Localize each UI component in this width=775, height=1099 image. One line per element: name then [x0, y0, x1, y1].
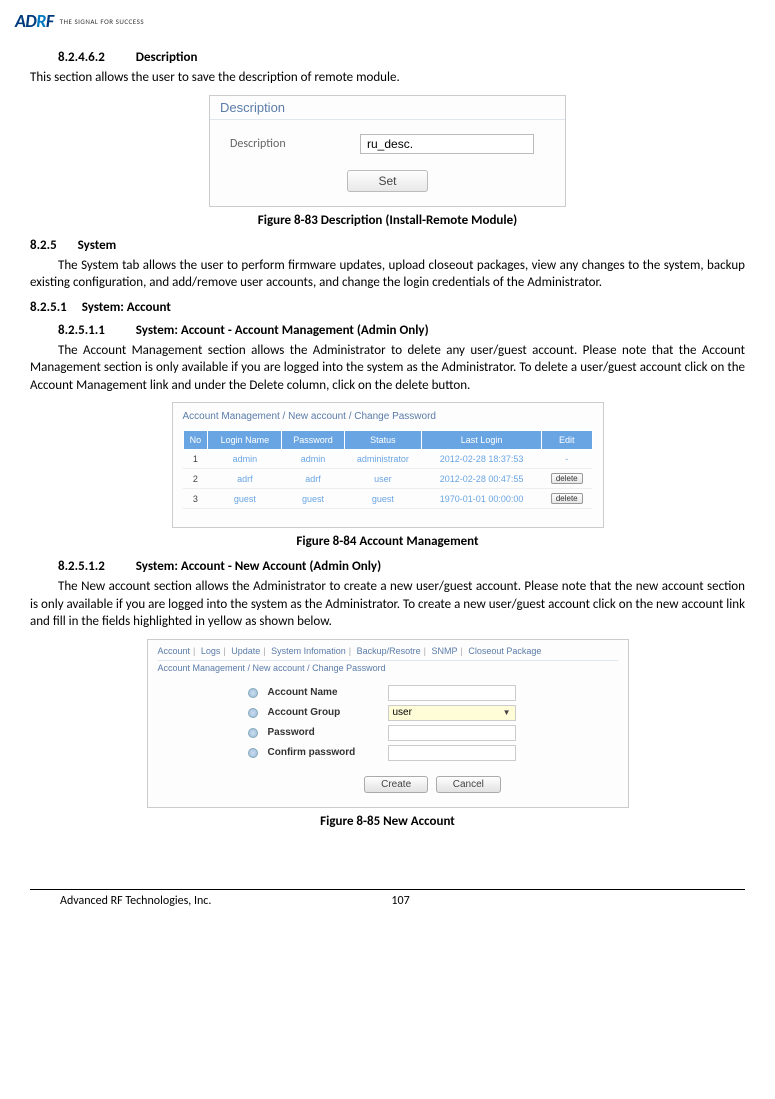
- col-status: Status: [344, 431, 422, 450]
- breadcrumb: Account Management / New account / Chang…: [158, 663, 618, 673]
- password-label: Password: [268, 727, 378, 738]
- figure-83-caption: Figure 8-83 Description (Install-Remote …: [30, 213, 745, 228]
- figure-84-caption: Figure 8-84 Account Management: [30, 534, 745, 549]
- table-row: 3 guest guest guest 1970-01-01 00:00:00 …: [183, 489, 592, 509]
- heading-number: 8.2.5.1.1: [58, 323, 105, 338]
- password-input[interactable]: [388, 725, 516, 741]
- cell-edit: -: [541, 450, 592, 469]
- col-edit: Edit: [541, 431, 592, 450]
- cell-lastlogin: 1970-01-01 00:00:00: [422, 489, 542, 509]
- heading-number: 8.2.4.6.2: [58, 50, 105, 65]
- cell-edit: delete: [541, 469, 592, 489]
- confirm-password-input[interactable]: [388, 745, 516, 761]
- account-name-label: Account Name: [268, 687, 378, 698]
- cancel-button[interactable]: Cancel: [436, 776, 501, 793]
- cell-login: admin: [208, 450, 282, 469]
- cell-lastlogin: 2012-02-28 00:47:55: [422, 469, 542, 489]
- figure-84-panel: Account Management / New account / Chang…: [172, 402, 604, 528]
- heading-title: System: Account - Account Management (Ad…: [136, 323, 429, 338]
- brand-tagline: THE SIGNAL FOR SUCCESS: [60, 17, 144, 26]
- account-name-input[interactable]: [388, 685, 516, 701]
- account-group-label: Account Group: [268, 707, 378, 718]
- heading-number: 8.2.5: [30, 238, 57, 253]
- tab-sysinfo[interactable]: System Infomation: [271, 646, 346, 656]
- description-label: Description: [220, 137, 330, 151]
- heading-8-2-5-1-2: 8.2.5.1.2 System: Account - New Account …: [58, 559, 745, 574]
- account-group-select[interactable]: user ▼: [388, 705, 516, 721]
- heading-title: Description: [136, 50, 198, 65]
- figure-85-caption: Figure 8-85 New Account: [30, 814, 745, 829]
- select-value: user: [393, 707, 412, 718]
- page-footer: Advanced RF Technologies, Inc. 107: [30, 889, 745, 908]
- bullet-icon: [248, 708, 258, 718]
- set-button[interactable]: Set: [347, 170, 427, 192]
- breadcrumb: Account Management / New account / Chang…: [183, 411, 593, 422]
- footer-page-number: 107: [391, 894, 409, 908]
- tab-closeout[interactable]: Closeout Package: [468, 646, 541, 656]
- table-row: 1 admin admin administrator 2012-02-28 1…: [183, 450, 592, 469]
- brand-header: ADRF THE SIGNAL FOR SUCCESS: [15, 10, 745, 32]
- bullet-icon: [248, 728, 258, 738]
- cell-lastlogin: 2012-02-28 18:37:53: [422, 450, 542, 469]
- create-button[interactable]: Create: [364, 776, 428, 793]
- cell-status: guest: [344, 489, 422, 509]
- col-password: Password: [282, 431, 344, 450]
- heading-8-2-5: 8.2.5 System: [30, 238, 745, 253]
- account-table: No Login Name Password Status Last Login…: [183, 430, 593, 509]
- table-row: 2 adrf adrf user 2012-02-28 00:47:55 del…: [183, 469, 592, 489]
- cell-login: guest: [208, 489, 282, 509]
- col-no: No: [183, 431, 208, 450]
- paragraph-description: This section allows the user to save the…: [30, 69, 745, 87]
- delete-button[interactable]: delete: [551, 473, 583, 484]
- delete-button[interactable]: delete: [551, 493, 583, 504]
- cell-no: 3: [183, 489, 208, 509]
- brand-logo-text: ADRF: [15, 10, 54, 32]
- tab-logs[interactable]: Logs: [201, 646, 221, 656]
- confirm-password-label: Confirm password: [268, 747, 378, 758]
- chevron-down-icon: ▼: [503, 708, 511, 717]
- cell-no: 1: [183, 450, 208, 469]
- system-tabs: Account| Logs| Update| System Infomation…: [158, 646, 618, 661]
- heading-title: System: [78, 238, 117, 253]
- cell-password: guest: [282, 489, 344, 509]
- figure-83-panel: Description Description Set: [209, 95, 566, 207]
- cell-login: adrf: [208, 469, 282, 489]
- paragraph-account-mgmt: The Account Management section allows th…: [30, 342, 745, 395]
- bullet-icon: [248, 688, 258, 698]
- heading-number: 8.2.5.1: [30, 300, 67, 315]
- heading-title: System: Account - New Account (Admin Onl…: [136, 559, 381, 574]
- heading-title: System: Account: [82, 300, 171, 315]
- heading-8-2-5-1: 8.2.5.1 System: Account: [30, 300, 745, 315]
- cell-status: user: [344, 469, 422, 489]
- cell-edit: delete: [541, 489, 592, 509]
- paragraph-system: The System tab allows the user to perfor…: [30, 257, 745, 292]
- cell-password: adrf: [282, 469, 344, 489]
- tab-update[interactable]: Update: [231, 646, 260, 656]
- description-input[interactable]: [360, 134, 534, 154]
- panel-title: Description: [210, 96, 565, 120]
- tab-snmp[interactable]: SNMP: [431, 646, 457, 656]
- cell-no: 2: [183, 469, 208, 489]
- paragraph-new-account: The New account section allows the Admin…: [30, 578, 745, 631]
- footer-company: Advanced RF Technologies, Inc.: [60, 894, 211, 908]
- tab-account[interactable]: Account: [158, 646, 191, 656]
- heading-number: 8.2.5.1.2: [58, 559, 105, 574]
- col-login: Login Name: [208, 431, 282, 450]
- figure-85-panel: Account| Logs| Update| System Infomation…: [147, 639, 629, 808]
- tab-backup[interactable]: Backup/Resotre: [357, 646, 421, 656]
- heading-8-2-5-1-1: 8.2.5.1.1 System: Account - Account Mana…: [58, 323, 745, 338]
- bullet-icon: [248, 748, 258, 758]
- col-lastlogin: Last Login: [422, 431, 542, 450]
- cell-status: administrator: [344, 450, 422, 469]
- cell-password: admin: [282, 450, 344, 469]
- heading-8-2-4-6-2: 8.2.4.6.2 Description: [58, 50, 745, 65]
